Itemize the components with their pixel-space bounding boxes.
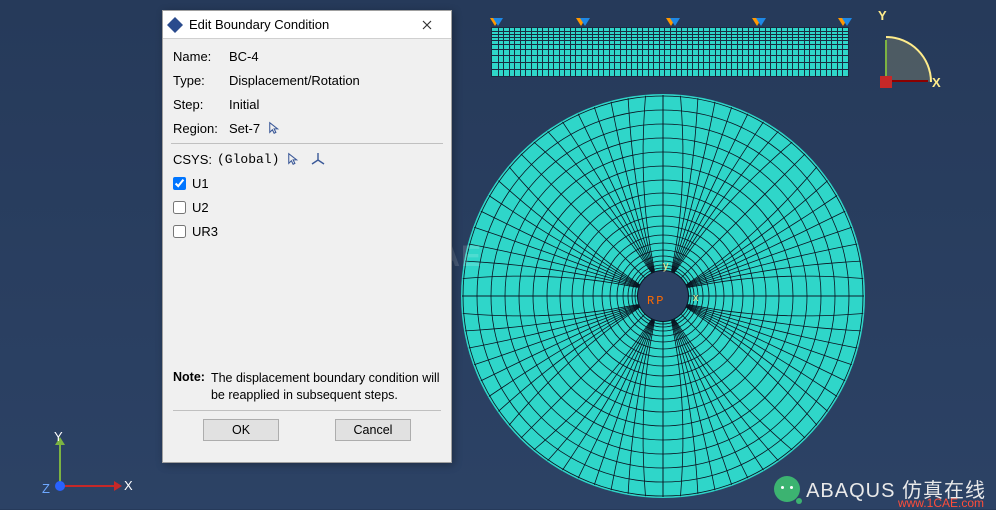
- type-value: Displacement/Rotation: [229, 73, 360, 88]
- pick-region-button[interactable]: [266, 119, 284, 137]
- u1-checkbox[interactable]: [173, 177, 186, 190]
- cancel-button[interactable]: Cancel: [335, 419, 411, 441]
- reference-point-label: RP: [647, 294, 665, 308]
- type-label: Type:: [173, 73, 229, 88]
- branding-url: www.1CAE.com: [898, 496, 984, 510]
- region-label: Region:: [173, 121, 229, 136]
- ur3-label: UR3: [192, 224, 218, 239]
- pick-csys-button[interactable]: [285, 150, 303, 168]
- separator: [171, 143, 443, 144]
- region-value: Set-7: [229, 121, 260, 136]
- dialog-titlebar[interactable]: Edit Boundary Condition: [163, 11, 451, 39]
- cursor-icon: [268, 121, 282, 135]
- x-axis-label: X: [932, 75, 941, 90]
- abaqus-app-icon: [167, 17, 183, 33]
- cursor-icon: [287, 152, 301, 166]
- bc-load-arrows: [490, 18, 850, 28]
- local-y-axis-label: y: [663, 260, 669, 272]
- z-axis-dot: [55, 481, 65, 491]
- x-axis-arrow: [60, 485, 116, 487]
- y-axis-label: Y: [878, 8, 887, 23]
- csys-value: (Global): [217, 152, 279, 167]
- csys-label: CSYS:: [173, 152, 217, 167]
- x-axis-line: [886, 80, 928, 82]
- u1-label: U1: [192, 176, 209, 191]
- local-x-axis-label: x: [693, 292, 699, 304]
- u2-label: U2: [192, 200, 209, 215]
- z-label: Z: [42, 481, 50, 496]
- triad-icon: [310, 151, 326, 167]
- beam-mesh: [491, 27, 849, 77]
- global-csys-triad: X Y Z: [46, 437, 126, 497]
- triad-origin: [880, 76, 892, 88]
- note-label: Note:: [173, 370, 205, 404]
- close-button[interactable]: [409, 14, 445, 36]
- step-value: Initial: [229, 97, 259, 112]
- disk-mesh: RP y x: [461, 94, 865, 498]
- close-icon: [422, 20, 432, 30]
- y-label: Y: [54, 429, 63, 444]
- x-label: X: [124, 478, 133, 493]
- triad-arc: [886, 36, 932, 82]
- dialog-title: Edit Boundary Condition: [189, 17, 409, 32]
- ok-button[interactable]: OK: [203, 419, 279, 441]
- view-triad-top-right[interactable]: X Y: [880, 22, 946, 88]
- edit-boundary-condition-dialog: Edit Boundary Condition Name: BC-4 Type:…: [162, 10, 452, 463]
- note-text: The displacement boundary condition will…: [211, 370, 441, 404]
- name-value: BC-4: [229, 49, 259, 64]
- step-label: Step:: [173, 97, 229, 112]
- ur3-checkbox[interactable]: [173, 225, 186, 238]
- name-label: Name:: [173, 49, 229, 64]
- wechat-icon: [774, 476, 800, 502]
- u2-checkbox[interactable]: [173, 201, 186, 214]
- create-csys-button[interactable]: [309, 150, 327, 168]
